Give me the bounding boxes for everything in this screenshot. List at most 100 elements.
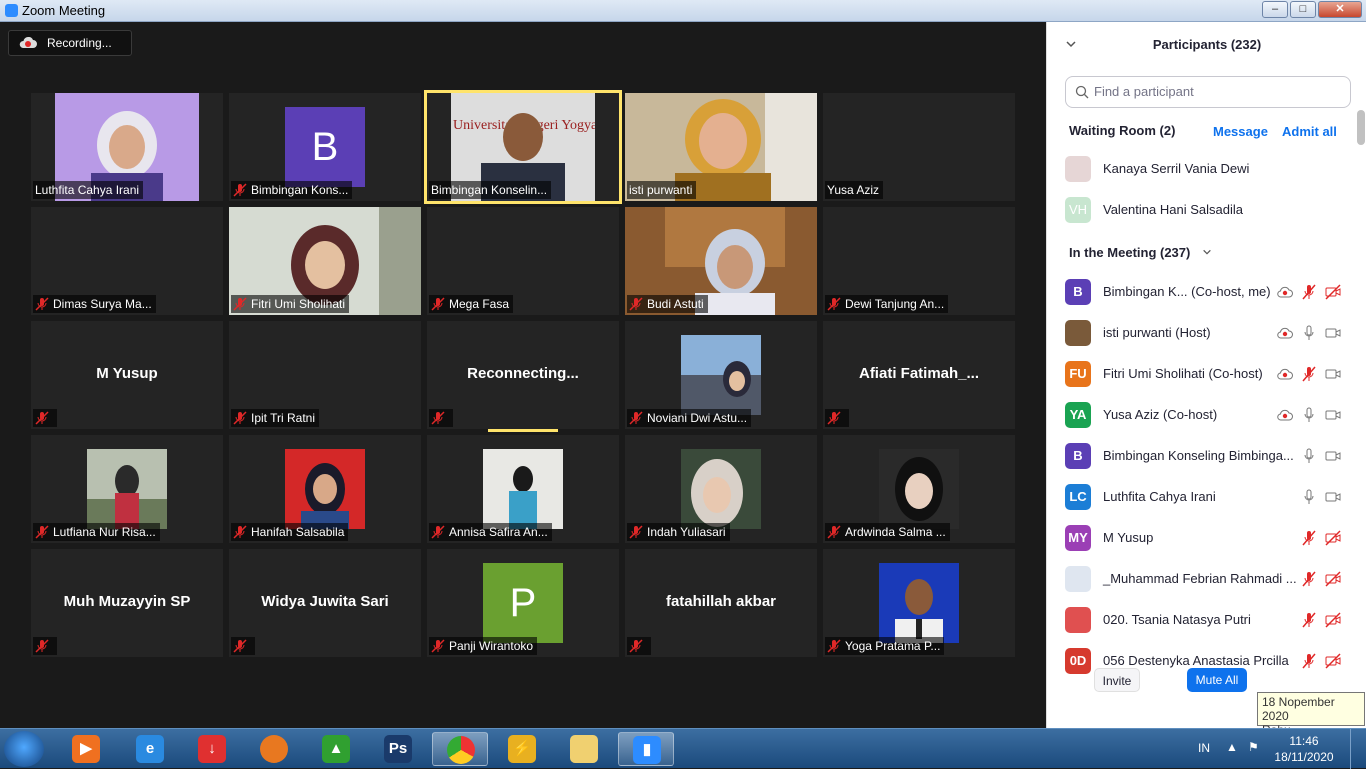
mic-icon[interactable] [1301,325,1317,341]
video-tile[interactable]: B Bimbingan Kons... [229,93,421,201]
participant-row[interactable]: B Bimbingan Konseling Bimbinga... [1065,441,1357,471]
participant-name-label [231,637,255,655]
maximize-button[interactable]: □ [1290,1,1316,18]
mic-icon[interactable] [1301,448,1317,464]
mute-all-button[interactable]: Mute All [1187,668,1247,692]
taskbar-file-explorer[interactable] [556,732,612,766]
waiting-participant-row[interactable]: VH Valentina Hani Salsadila [1065,195,1357,225]
video-tile[interactable]: Muh Muzayyin SP [31,549,223,657]
video-tile[interactable]: Mega Fasa [427,207,619,315]
taskbar-firefox[interactable] [246,732,302,766]
camera-off-icon[interactable] [1325,653,1341,669]
participant-row[interactable]: isti purwanti (Host) [1065,318,1357,348]
participant-name: Dimas Surya Ma... [53,297,152,311]
close-button[interactable]: ✕ [1318,1,1362,18]
video-tile[interactable]: Annisa Safira An... [427,435,619,543]
participant-name-label [627,637,651,655]
minimize-button[interactable]: – [1262,1,1288,18]
video-tile[interactable]: Yoga Pratama P... [823,549,1015,657]
video-tile[interactable]: Ardwinda Salma ... [823,435,1015,543]
participant-search-input[interactable]: Find a participant [1065,76,1351,108]
taskbar-corel[interactable]: ▲ [308,732,364,766]
video-tile[interactable]: Luthfita Cahya Irani [31,93,223,201]
taskbar-media-player[interactable]: ▶ [58,732,114,766]
camera-icon[interactable] [1325,407,1341,423]
participant-row[interactable]: LC Luthfita Cahya Irani [1065,482,1357,512]
mic-icon[interactable] [1301,489,1317,505]
participant-row[interactable]: B Bimbingan K... (Co-host, me) [1065,277,1357,307]
message-button[interactable]: Message [1213,124,1268,139]
active-speaker-tile[interactable]: Universitas Negeri Yogya Bimbingan Konse… [424,90,622,204]
participant-row[interactable]: FU Fitri Umi Sholihati (Co-host) [1065,359,1357,389]
camera-icon[interactable] [1325,448,1341,464]
internet-explorer-icon: e [136,735,164,763]
invite-button[interactable]: Invite [1094,668,1140,692]
video-tile[interactable]: P Panji Wirantoko [427,549,619,657]
participant-avatar: VH [1065,197,1091,223]
start-button[interactable] [4,731,44,767]
taskbar-winamp[interactable]: ⚡ [494,732,550,766]
muted-mic-icon[interactable] [1301,653,1317,669]
video-tile[interactable]: Budi Astuti [625,207,817,315]
video-tile[interactable]: Noviani Dwi Astu... [625,321,817,429]
action-center-flag-icon[interactable]: ⚑ [1248,740,1259,754]
language-indicator[interactable]: IN [1198,741,1210,755]
video-tile[interactable]: isti purwanti [625,93,817,201]
taskbar-download-manager[interactable]: ↓ [184,732,240,766]
firefox-icon [260,735,288,763]
taskbar-zoom[interactable]: ▮ [618,732,674,766]
taskbar-clock[interactable]: 11:46 18/11/2020 [1272,733,1336,765]
video-tile[interactable]: Indah Yuliasari [625,435,817,543]
show-desktop-button[interactable] [1350,729,1366,769]
camera-off-icon[interactable] [1325,530,1341,546]
participant-row[interactable]: MY M Yusup [1065,523,1357,553]
participant-name: Indah Yuliasari [647,525,726,539]
video-tile[interactable]: Widya Juwita Sari [229,549,421,657]
muted-mic-icon[interactable] [1301,571,1317,587]
camera-off-icon[interactable] [1325,284,1341,300]
participant-avatar [1065,607,1091,633]
camera-off-icon[interactable] [1325,571,1341,587]
video-tile[interactable]: Dimas Surya Ma... [31,207,223,315]
participant-name-label [33,637,57,655]
participant-name: Luthfita Cahya Irani [1103,489,1216,504]
participant-row[interactable]: _Muhammad Febrian Rahmadi ... [1065,564,1357,594]
muted-mic-icon[interactable] [1301,612,1317,628]
camera-icon[interactable] [1325,489,1341,505]
muted-mic-icon[interactable] [1301,284,1317,300]
muted-mic-icon[interactable] [1301,530,1317,546]
video-tile[interactable]: M Yusup [31,321,223,429]
video-tile[interactable]: Dewi Tanjung An... [823,207,1015,315]
video-tile[interactable]: Fitri Umi Sholihati [229,207,421,315]
participant-name-label: Hanifah Salsabila [231,523,349,541]
camera-icon[interactable] [1325,325,1341,341]
taskbar-photoshop[interactable]: Ps [370,732,426,766]
taskbar-internet-explorer[interactable]: e [122,732,178,766]
camera-icon[interactable] [1325,366,1341,382]
mic-icon[interactable] [1301,407,1317,423]
participant-name-label: Dewi Tanjung An... [825,295,949,313]
admit-all-button[interactable]: Admit all [1282,124,1337,139]
participant-row[interactable]: 020. Tsania Natasya Putri [1065,605,1357,635]
video-tile[interactable]: Afiati Fatimah_... [823,321,1015,429]
video-tile[interactable]: Reconnecting... [427,321,619,429]
participant-row[interactable]: YA Yusa Aziz (Co-host) [1065,400,1357,430]
video-tile[interactable]: Hanifah Salsabila [229,435,421,543]
video-tile[interactable]: Lutfiana Nur Risa... [31,435,223,543]
muted-mic-icon [233,639,247,653]
muted-mic-icon [629,411,643,425]
waiting-participant-row[interactable]: Kanaya Serril Vania Dewi [1065,154,1357,184]
panel-scrollbar[interactable] [1357,110,1365,145]
video-tile[interactable]: Yusa Aziz [823,93,1015,201]
tray-arrow-icon[interactable]: ▲ [1226,740,1238,754]
taskbar-chrome[interactable] [432,732,488,766]
muted-mic-icon [431,297,445,311]
in-meeting-heading[interactable]: In the Meeting (237) [1069,245,1212,260]
muted-mic-icon[interactable] [1301,366,1317,382]
video-tile[interactable]: Ipit Tri Ratni [229,321,421,429]
recording-indicator[interactable]: Recording... [8,30,132,56]
participant-name: Lutfiana Nur Risa... [53,525,156,539]
video-tile[interactable]: fatahillah akbar [625,549,817,657]
muted-mic-icon [35,297,49,311]
camera-off-icon[interactable] [1325,612,1341,628]
